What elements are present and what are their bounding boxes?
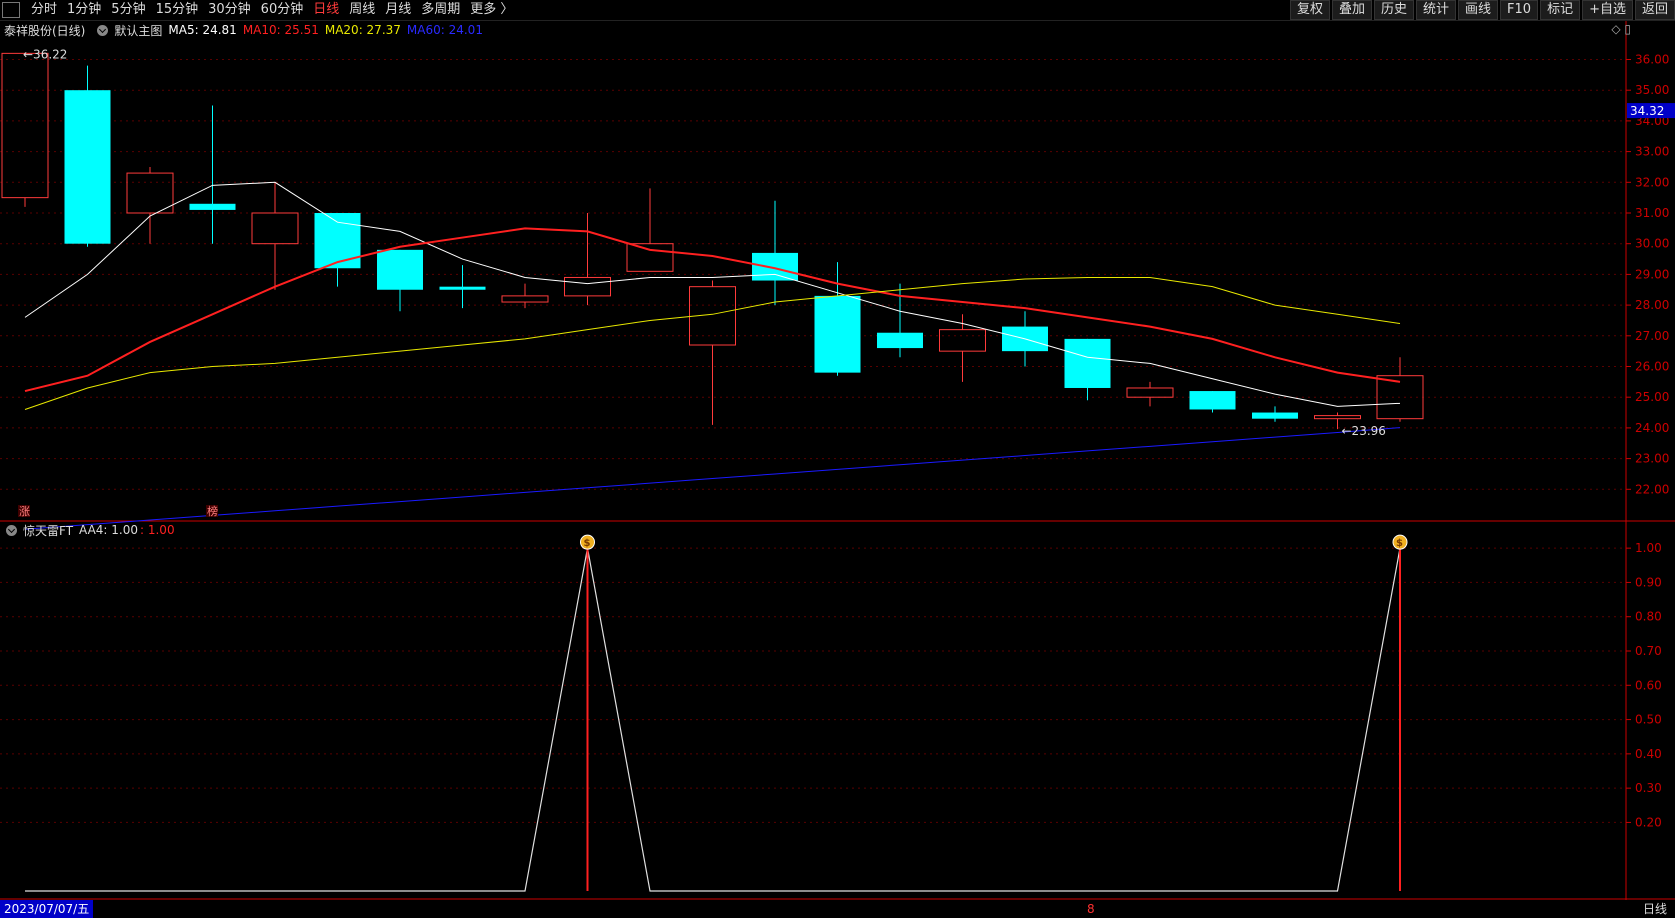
ma20-label: MA20: 27.37 bbox=[324, 23, 401, 37]
candle-up bbox=[1126, 387, 1174, 398]
ma60-label: MA60: 24.01 bbox=[406, 23, 483, 37]
candle-down bbox=[189, 203, 236, 210]
tab-3[interactable]: 15分钟 bbox=[151, 0, 204, 20]
money-bag-glyph: $ bbox=[584, 538, 591, 549]
toolbar-button-7[interactable]: +自选 bbox=[1582, 0, 1633, 20]
main-tick-label: 32.00 bbox=[1635, 175, 1669, 189]
line-ma60 bbox=[24, 427, 1401, 530]
high-price-label: ←36.22 bbox=[23, 48, 67, 62]
candle-up bbox=[626, 243, 674, 272]
candle-down bbox=[377, 249, 423, 290]
candle-down bbox=[814, 295, 861, 373]
aa4-line bbox=[25, 548, 1401, 892]
aa4-label: AA4: 1.00 bbox=[79, 523, 138, 537]
candle-up bbox=[1, 52, 49, 199]
main-tick-label: 31.00 bbox=[1635, 206, 1669, 220]
cursor-date: 2023/07/07/五 bbox=[0, 900, 94, 918]
candle-down bbox=[1064, 338, 1111, 388]
main-tick-label: 27.00 bbox=[1635, 329, 1669, 343]
window-corner-icon[interactable] bbox=[2, 2, 20, 18]
ind-tick-label: 0.30 bbox=[1635, 781, 1662, 795]
toolbar-button-6[interactable]: 标记 bbox=[1540, 0, 1581, 20]
ma10-label: MA10: 25.51 bbox=[242, 23, 319, 37]
bang-marker: 榜 bbox=[207, 504, 218, 518]
candle-down bbox=[439, 286, 486, 290]
tab-10[interactable]: 更多 〉 bbox=[465, 0, 518, 20]
candle-down bbox=[877, 332, 923, 349]
low-price-label: ←23.96 bbox=[1342, 424, 1386, 438]
last-price-value: 34.32 bbox=[1630, 104, 1664, 118]
period-label: 日线 bbox=[1642, 902, 1667, 916]
template-chevron-icon[interactable] bbox=[97, 24, 109, 36]
money-bag-glyph: $ bbox=[1396, 538, 1403, 549]
ind-tick-label: 0.20 bbox=[1635, 815, 1662, 829]
ind-tick-label: 1.00 bbox=[1635, 541, 1662, 555]
template-name[interactable]: 默认主图 bbox=[114, 22, 162, 39]
panel-toggle-icon[interactable]: ▯ bbox=[1624, 22, 1631, 36]
indicator-name[interactable]: 惊天雷FT bbox=[23, 522, 73, 539]
main-tick-label: 22.00 bbox=[1635, 482, 1669, 496]
ma5-label: MA5: 24.81 bbox=[168, 23, 237, 37]
main-tick-label: 23.00 bbox=[1635, 452, 1669, 466]
main-tick-label: 25.00 bbox=[1635, 390, 1669, 404]
chart-canvas: 22.00 23.00 24.00 25.00 26.00 27.00 28.00 29.00… bbox=[0, 20, 1675, 900]
toolbar-button-3[interactable]: 统计 bbox=[1416, 0, 1457, 20]
candle-down bbox=[64, 90, 111, 244]
candle-up bbox=[564, 276, 611, 297]
tab-5[interactable]: 60分钟 bbox=[256, 0, 309, 20]
toolbar-button-5[interactable]: F10 bbox=[1500, 0, 1539, 20]
period-toolbar: 分时 1分钟 5分钟 15分钟 30分钟 60分钟 日线 周线 月线 多周期 更多 〉 复权 叠加 历史… bbox=[0, 0, 1675, 21]
candle-down bbox=[752, 252, 798, 281]
ind-tick-label: 0.40 bbox=[1635, 747, 1662, 761]
zhang-marker: 涨 bbox=[19, 505, 30, 518]
ind-tick-label: 0.80 bbox=[1635, 610, 1662, 624]
indicator-chevron-icon[interactable] bbox=[6, 524, 17, 536]
ind-tick-label: 0.90 bbox=[1635, 575, 1662, 589]
toolbar-button-1[interactable]: 叠加 bbox=[1331, 0, 1372, 20]
tab-2[interactable]: 5分钟 bbox=[106, 0, 150, 20]
month-marker: 8 bbox=[1087, 902, 1095, 916]
candle-up bbox=[939, 329, 986, 352]
main-tick-label: 29.00 bbox=[1635, 267, 1669, 281]
candle-down bbox=[1189, 391, 1236, 410]
tab-9[interactable]: 多周期 bbox=[416, 0, 465, 20]
candle-up bbox=[251, 212, 299, 245]
tab-0[interactable]: 分时 bbox=[26, 0, 62, 20]
main-tick-label: 26.00 bbox=[1635, 359, 1669, 373]
candle-up bbox=[1314, 415, 1361, 420]
tab-7[interactable]: 周线 bbox=[344, 0, 380, 20]
candle-up bbox=[126, 172, 174, 214]
main-tick-label: 35.00 bbox=[1635, 83, 1669, 97]
panel-tool-icons: ◇ ▯ bbox=[1611, 22, 1631, 36]
tab-8[interactable]: 月线 bbox=[380, 0, 416, 20]
tab-4[interactable]: 30分钟 bbox=[203, 0, 256, 20]
candle-down bbox=[314, 212, 361, 269]
indicator-legend: 惊天雷FT AA4: 1.00 : 1.00 bbox=[0, 521, 181, 539]
toolbar-buttons: 复权 叠加 历史 统计 画线 F10 标记 +自选 返回 bbox=[1288, 0, 1675, 20]
main-tick-label: 24.00 bbox=[1635, 421, 1669, 435]
toolbar-button-4[interactable]: 画线 bbox=[1458, 0, 1499, 20]
ind-tick-label: 0.70 bbox=[1635, 644, 1662, 658]
period-tabs: 分时 1分钟 5分钟 15分钟 30分钟 60分钟 日线 周线 月线 多周期 更多 〉 bbox=[0, 0, 518, 20]
toolbar-button-8[interactable]: 返回 bbox=[1634, 0, 1675, 20]
tab-1[interactable]: 1分钟 bbox=[62, 0, 106, 20]
diamond-icon[interactable]: ◇ bbox=[1611, 22, 1620, 36]
main-tick-label: 30.00 bbox=[1635, 237, 1669, 251]
ind-tick-label: 0.60 bbox=[1635, 678, 1662, 692]
aa4-value: : 1.00 bbox=[140, 523, 175, 537]
toolbar-button-0[interactable]: 复权 bbox=[1289, 0, 1330, 20]
candle-down bbox=[1252, 412, 1298, 419]
candle-up bbox=[501, 295, 549, 303]
main-tick-label: 33.00 bbox=[1635, 145, 1669, 159]
main-legend: 泰祥股份(日线) 默认主图 MA5: 24.81 MA10: 25.51 MA2… bbox=[0, 21, 489, 39]
ind-tick-label: 0.50 bbox=[1635, 713, 1662, 727]
main-tick-label: 28.00 bbox=[1635, 298, 1669, 312]
toolbar-button-2[interactable]: 历史 bbox=[1373, 0, 1414, 20]
main-tick-label: 36.00 bbox=[1635, 52, 1669, 66]
stock-title: 泰祥股份(日线) bbox=[4, 23, 86, 38]
tab-6[interactable]: 日线 bbox=[308, 0, 344, 20]
